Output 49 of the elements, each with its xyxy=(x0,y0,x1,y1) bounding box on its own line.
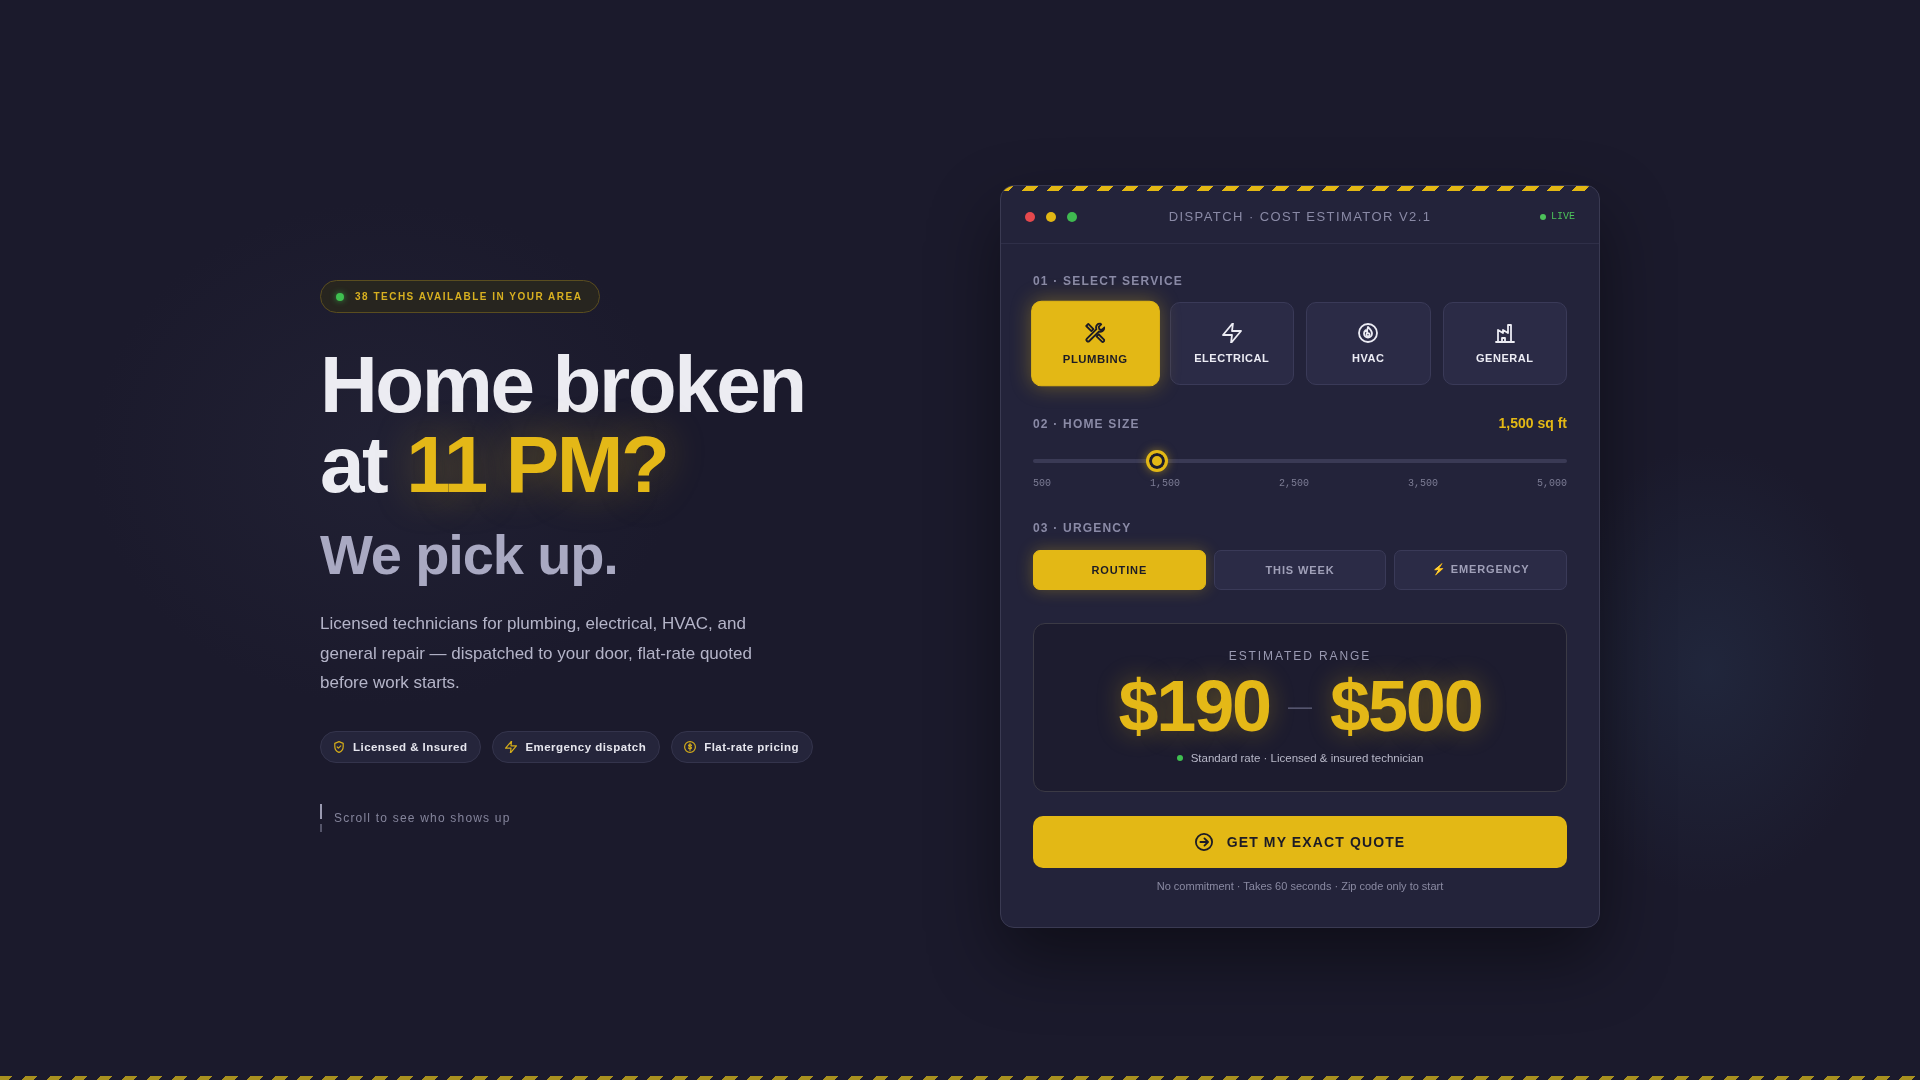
slider-thumb[interactable] xyxy=(1145,449,1168,472)
flame-icon xyxy=(1358,322,1379,343)
service-option[interactable]: HVAC xyxy=(1306,301,1431,385)
scroll-hint: Scroll to see who shows up xyxy=(334,810,511,825)
section-label: 03 · URGENCY xyxy=(1033,520,1133,536)
price-low: $190 xyxy=(1118,669,1270,742)
price-separator: — xyxy=(1288,693,1312,718)
window-control-icon xyxy=(1067,211,1077,222)
slider-tick-label: 3,500 xyxy=(1407,477,1438,490)
slider-tick-label: 5,000 xyxy=(1536,477,1567,490)
urgency-option[interactable]: ⚡ EMERGENCY xyxy=(1394,549,1567,590)
window-title: DISPATCH · COST ESTIMATOR V2.1 xyxy=(1168,209,1432,224)
window-control-icon xyxy=(1025,211,1035,222)
status-dot-icon xyxy=(1176,755,1183,761)
feature-label: Licensed & Insured xyxy=(353,740,468,753)
feature-label: Emergency dispatch xyxy=(525,740,647,753)
live-status: LIVE xyxy=(1551,211,1575,222)
service-option[interactable]: PLUMBING xyxy=(1031,300,1160,386)
dollar-circle-icon xyxy=(684,740,697,753)
availability-text: 38 TECHS AVAILABLE IN YOUR AREA xyxy=(355,291,583,303)
footnote: No commitment · Takes 60 seconds · Zip code only to start xyxy=(1155,879,1445,893)
slider-tick-label: 1,500 xyxy=(1150,477,1180,490)
description: Licensed technicians for plumbing, electrical, HVAC, and general repair — dispatched to your door, flat-rate quoted before work starts. xyxy=(320,612,753,695)
urgency-option[interactable]: THIS WEEK xyxy=(1213,549,1387,590)
status-dot-icon xyxy=(1540,213,1546,220)
lightning-icon xyxy=(505,740,518,753)
service-option[interactable]: GENERAL xyxy=(1442,301,1567,385)
section-label: 02 · HOME SIZE xyxy=(1033,416,1140,432)
slider-tick-label: 2,500 xyxy=(1278,477,1309,490)
subheadline: We pick up. xyxy=(320,524,618,586)
urgency-option[interactable]: ROUTINE xyxy=(1033,549,1206,590)
arrow-circle-icon xyxy=(1194,832,1213,851)
size-value: 1,500 sq ft xyxy=(1498,414,1567,431)
slider-tick-label: 500 xyxy=(1033,477,1051,490)
tools-icon xyxy=(1084,321,1106,343)
estimate-note: Standard rate · Licensed & insured technician xyxy=(1190,750,1424,766)
estimate-label: ESTIMATED RANGE xyxy=(1227,647,1373,664)
status-dot-icon xyxy=(336,292,344,301)
quote-button[interactable]: GET MY EXACT QUOTE xyxy=(1033,815,1567,868)
scroll-indicator-icon xyxy=(320,803,322,832)
shield-check-icon xyxy=(333,740,345,753)
service-option[interactable]: ELECTRICAL xyxy=(1169,301,1294,385)
section-label: 01 · SELECT SERVICE xyxy=(1033,273,1184,289)
price-high: $500 xyxy=(1330,669,1482,742)
window-control-icon xyxy=(1046,211,1056,222)
headline: Home broken at 11 PM? xyxy=(320,345,805,506)
feature-label: Flat-rate pricing xyxy=(704,740,799,753)
lightning-icon xyxy=(1221,322,1242,343)
building-icon xyxy=(1494,322,1515,343)
